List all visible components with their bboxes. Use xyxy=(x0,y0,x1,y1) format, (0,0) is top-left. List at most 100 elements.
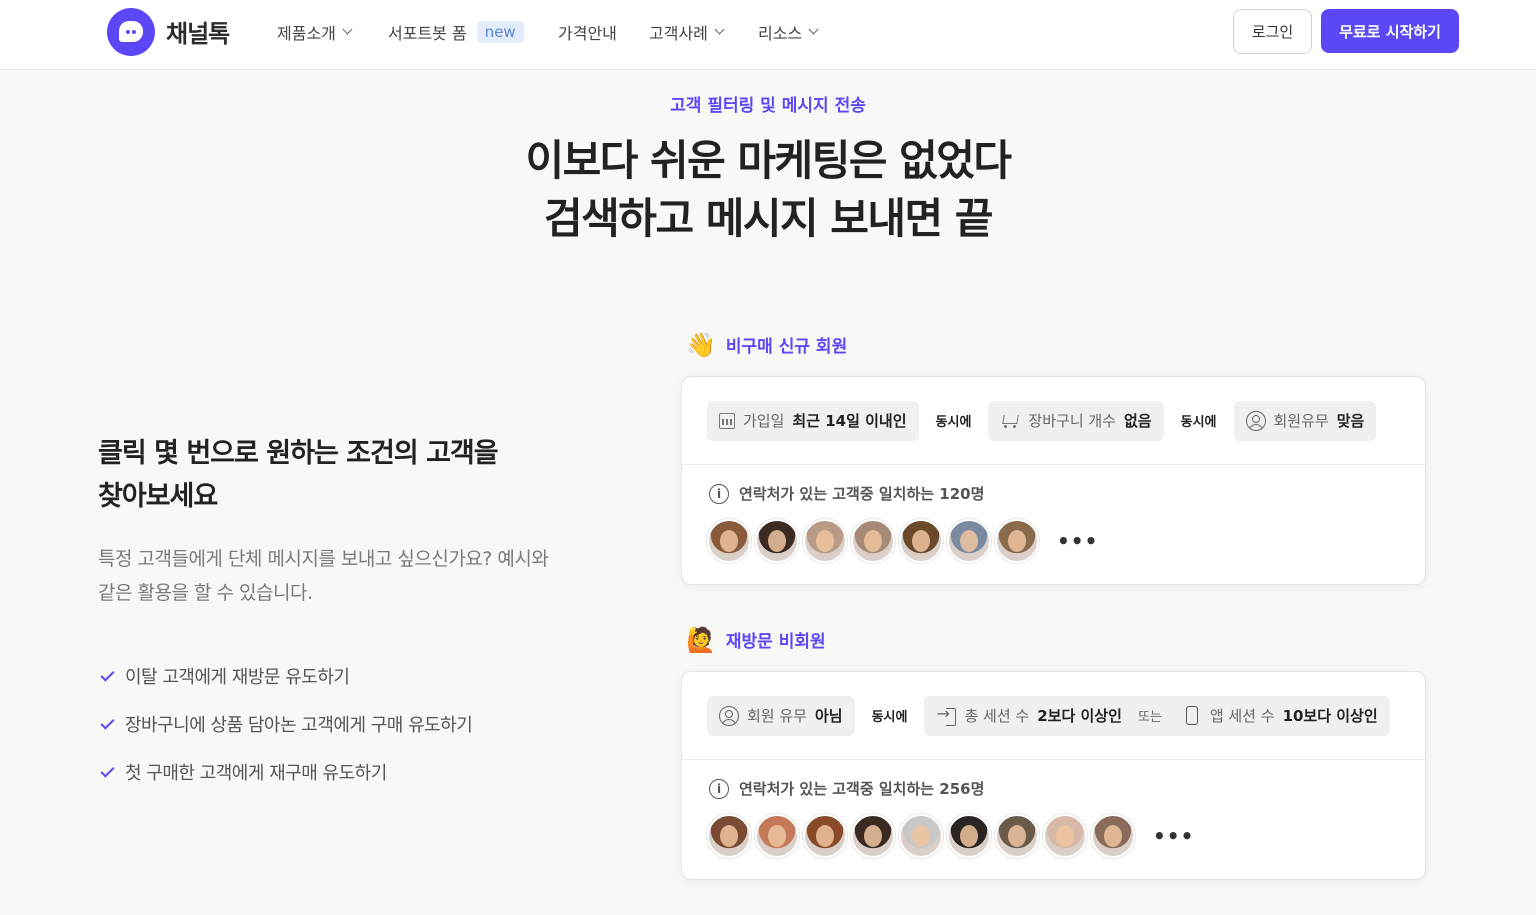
checklist-item-text: 첫 구매한 고객에게 재구매 유도하기 xyxy=(125,763,387,784)
match-count-text: 연락처가 있는 고객중 일치하는 256명 xyxy=(739,780,985,798)
raising-hand-icon: 🙋 xyxy=(686,625,716,654)
filter-chip-signup-date[interactable]: 가입일 최근 14일 이내인 xyxy=(707,400,919,441)
new-badge: new xyxy=(476,21,524,43)
enter-icon xyxy=(936,704,957,726)
check-icon xyxy=(100,666,115,682)
filter-key: 회원유무 xyxy=(1273,412,1329,430)
info-icon: i xyxy=(709,778,729,799)
filter-chip-member-status[interactable]: 회원유무 맞음 xyxy=(1233,400,1377,441)
section-eyebrow: 고객 필터링 및 메시지 전송 xyxy=(670,96,866,116)
conjunction-label: 동시에 xyxy=(935,415,972,430)
login-button[interactable]: 로그인 xyxy=(1233,9,1312,54)
chevron-down-icon xyxy=(714,24,725,35)
check-icon xyxy=(100,714,115,730)
chevron-down-icon xyxy=(808,24,819,35)
filter-value: 아님 xyxy=(814,707,843,725)
info-icon: i xyxy=(709,483,729,504)
checklist-item: 첫 구매한 고객에게 재구매 유도하기 xyxy=(98,748,472,796)
feature-title: 클릭 몇 번으로 원하는 조건의 고객을 찾아보세요 xyxy=(98,432,558,518)
filter-key: 가입일 xyxy=(743,412,785,430)
nav-pricing[interactable]: 가격안내 xyxy=(558,20,617,44)
avatar xyxy=(851,519,895,563)
checklist-item-text: 이탈 고객에게 재방문 유도하기 xyxy=(125,667,350,688)
feature-description: 특정 고객들에게 단체 메시지를 보내고 싶으신가요? 예시와 같은 활용을 할… xyxy=(98,542,598,610)
conjunction-label: 동시에 xyxy=(871,710,908,725)
avatar-group: ••• xyxy=(682,504,1425,563)
checklist-item: 장바구니에 상품 담아논 고객에게 구매 유도하기 xyxy=(98,700,473,748)
nav-product-label: 제품소개 xyxy=(277,24,336,43)
top-navigation-bar: 채널톡 제품소개 서포트봇 폼 new 가격안내 고객사례 리소스 로그인 무료… xyxy=(0,0,1536,70)
logo-text[interactable]: 채널톡 xyxy=(166,14,230,49)
chevron-down-icon xyxy=(342,24,353,35)
match-count: i 연락처가 있는 고객중 일치하는 120명 xyxy=(682,465,1425,504)
or-label: 또는 xyxy=(1137,710,1162,725)
segment-label-new-members: 👋 비구매 신규 회원 xyxy=(686,330,848,359)
filter-value: 2보다 이상인 xyxy=(1037,707,1122,725)
phone-icon xyxy=(1185,706,1198,725)
filter-key: 장바구니 개수 xyxy=(1028,412,1116,430)
filter-chip-cart-count[interactable]: 장바구니 개수 없음 xyxy=(988,400,1164,441)
filter-key: 회원 유무 xyxy=(747,707,807,725)
avatar xyxy=(803,519,847,563)
avatar-group: ••• xyxy=(682,799,1425,858)
avatar xyxy=(995,814,1039,858)
nav-resources-label: 리소스 xyxy=(758,24,803,43)
filter-value: 맞음 xyxy=(1336,412,1365,430)
match-count: i 연락처가 있는 고객중 일치하는 256명 xyxy=(682,760,1425,799)
segment-label-returning-visitors: 🙋 재방문 비회원 xyxy=(686,625,826,654)
nav-pricing-label: 가격안내 xyxy=(558,24,617,43)
avatar xyxy=(755,814,799,858)
nav-customer-cases[interactable]: 고객사례 xyxy=(649,20,725,44)
avatar xyxy=(755,519,799,563)
checklist-item-text: 장바구니에 상품 담아논 고객에게 구매 유도하기 xyxy=(125,715,473,736)
nav-supportbot-label: 서포트봇 폼 xyxy=(388,24,467,43)
waving-hand-icon: 👋 xyxy=(686,330,716,359)
channel-talk-logo-icon[interactable] xyxy=(107,8,155,56)
avatar xyxy=(899,814,943,858)
checklist-item: 이탈 고객에게 재방문 유도하기 xyxy=(98,652,472,700)
avatar xyxy=(899,519,943,563)
filter-row: 가입일 최근 14일 이내인 동시에 장바구니 개수 없음 동시에 회원유무 맞… xyxy=(682,377,1425,465)
feature-title-line1: 클릭 몇 번으로 원하는 조건의 고객을 xyxy=(98,438,499,469)
use-case-checklist: 이탈 고객에게 재방문 유도하기 장바구니에 상품 담아논 고객에게 구매 유도… xyxy=(98,652,473,796)
user-circle-icon xyxy=(1245,410,1266,431)
avatar xyxy=(707,519,751,563)
user-circle-icon xyxy=(719,705,739,726)
calendar-icon xyxy=(719,412,735,429)
avatar xyxy=(851,814,895,858)
avatar xyxy=(947,519,991,563)
hero-headline-line2: 검색하고 메시지 보내면 끝 xyxy=(544,194,993,243)
nav-cases-label: 고객사례 xyxy=(649,24,708,43)
filter-value: 최근 14일 이내인 xyxy=(792,412,907,430)
filter-chip-session-count[interactable]: 총 세션 수 2보다 이상인 또는 앱 세션 수 10보다 이상인 xyxy=(924,695,1390,736)
check-icon xyxy=(100,762,115,778)
feature-title-line2: 찾아보세요 xyxy=(98,481,218,512)
avatar xyxy=(803,814,847,858)
filter-value: 없음 xyxy=(1124,412,1152,430)
segment-title: 비구매 신규 회원 xyxy=(725,337,848,357)
conjunction-label: 동시에 xyxy=(1180,415,1217,430)
avatar xyxy=(947,814,991,858)
hero-headline: 이보다 쉬운 마케팅은 없었다 검색하고 메시지 보내면 끝 xyxy=(0,132,1536,248)
avatar xyxy=(995,519,1039,563)
filter-key: 앱 세션 수 xyxy=(1209,707,1275,725)
avatar xyxy=(1091,814,1135,858)
nav-resources[interactable]: 리소스 xyxy=(758,20,819,44)
filter-row: 회원 유무 아님 동시에 총 세션 수 2보다 이상인 또는 앱 세션 수 10… xyxy=(682,672,1425,760)
hero-headline-line1: 이보다 쉬운 마케팅은 없었다 xyxy=(525,136,1012,185)
filter-value: 10보다 이상인 xyxy=(1282,707,1378,725)
avatar xyxy=(707,814,751,858)
more-icon[interactable]: ••• xyxy=(1057,529,1098,553)
avatar xyxy=(1043,814,1087,858)
start-free-button[interactable]: 무료로 시작하기 xyxy=(1321,9,1459,53)
nav-product[interactable]: 제품소개 xyxy=(277,20,353,44)
segment-card-returning-visitors: 회원 유무 아님 동시에 총 세션 수 2보다 이상인 또는 앱 세션 수 10… xyxy=(681,671,1426,880)
filter-key: 총 세션 수 xyxy=(964,707,1030,725)
more-icon[interactable]: ••• xyxy=(1153,824,1194,848)
filter-chip-member-status[interactable]: 회원 유무 아님 xyxy=(707,695,855,736)
segment-card-new-members: 가입일 최근 14일 이내인 동시에 장바구니 개수 없음 동시에 회원유무 맞… xyxy=(681,376,1426,585)
feature-description-line1: 특정 고객들에게 단체 메시지를 보내고 싶으신가요? 예시와 xyxy=(98,548,549,570)
match-count-text: 연락처가 있는 고객중 일치하는 120명 xyxy=(739,485,985,503)
nav-supportbot-form[interactable]: 서포트봇 폼 new xyxy=(388,20,524,44)
feature-description-line2: 같은 활용을 할 수 있습니다. xyxy=(98,582,313,604)
